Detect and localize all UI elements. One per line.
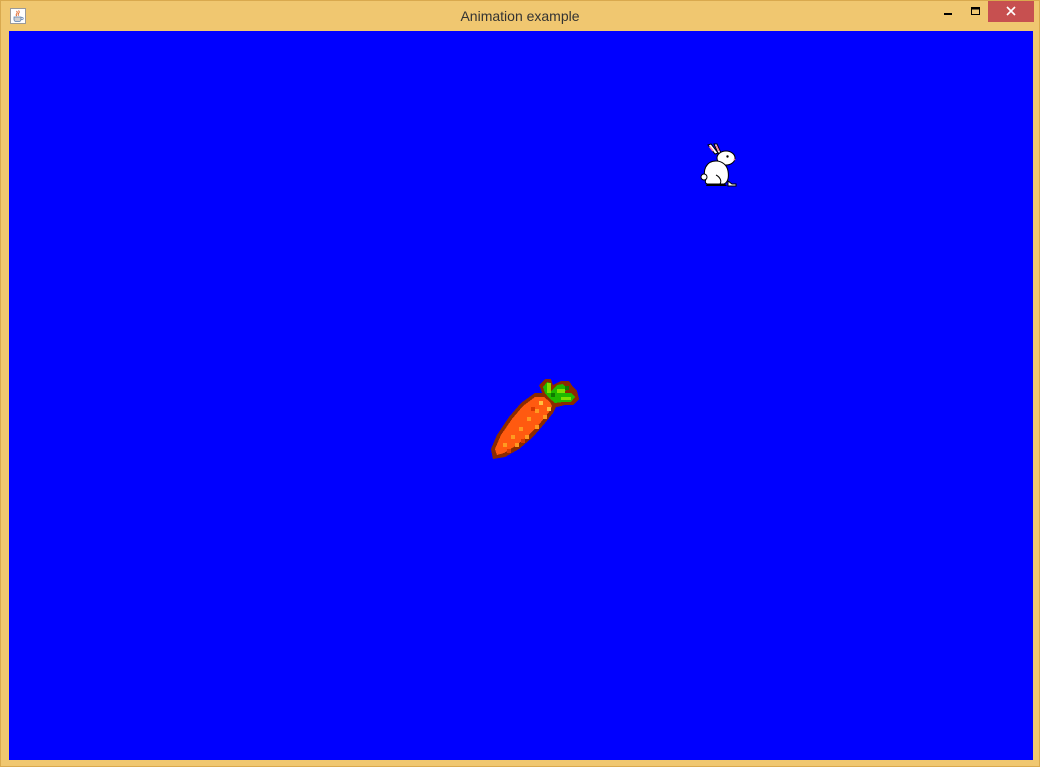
- animation-canvas[interactable]: [9, 31, 1033, 760]
- app-window: Animation example: [0, 0, 1040, 767]
- rabbit-sprite-icon: [694, 141, 744, 191]
- title-bar[interactable]: Animation example: [1, 1, 1039, 31]
- close-button[interactable]: [988, 1, 1034, 22]
- carrot-sprite-icon: [491, 377, 585, 461]
- maximize-button[interactable]: [962, 1, 988, 22]
- minimize-button[interactable]: [935, 1, 961, 22]
- window-title: Animation example: [460, 8, 580, 24]
